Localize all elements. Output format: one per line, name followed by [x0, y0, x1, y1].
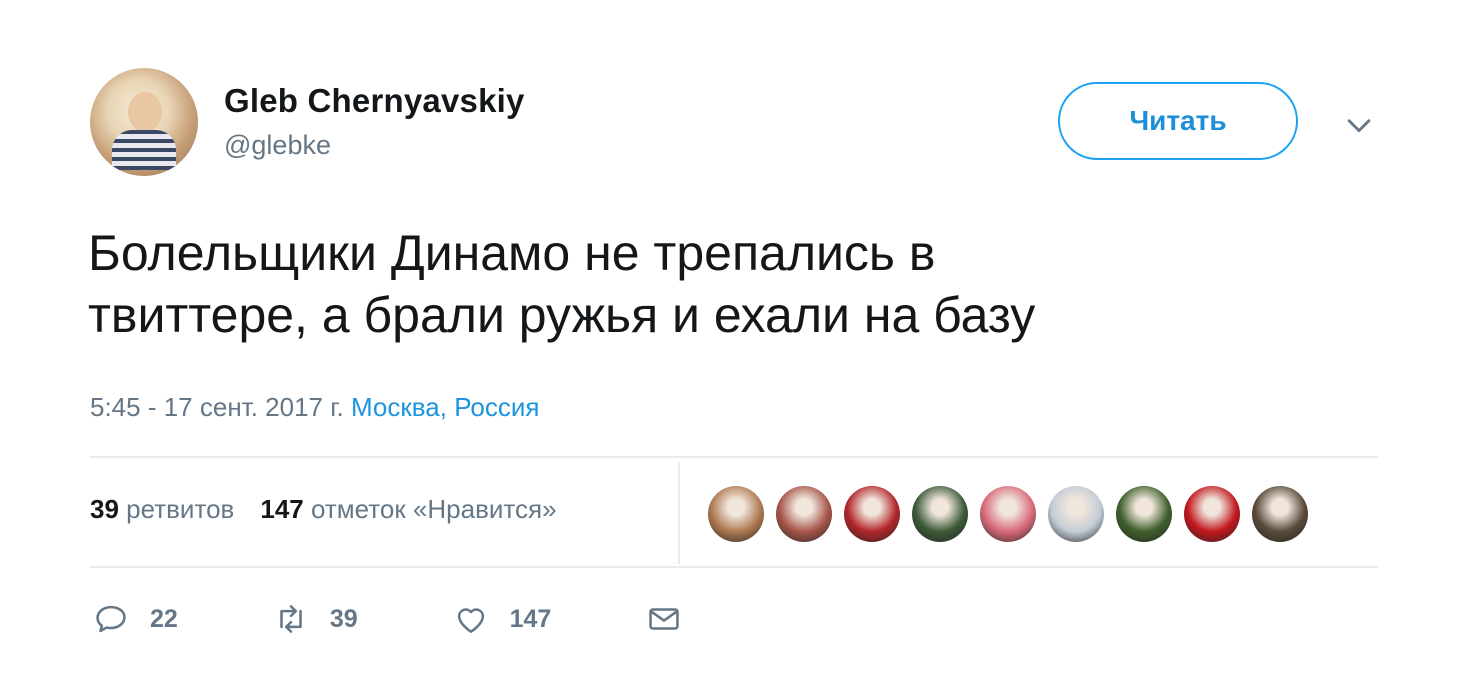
- tweet-location[interactable]: Москва, Россия: [351, 392, 539, 422]
- author-name[interactable]: Gleb Chernyavskiy: [224, 82, 525, 120]
- direct-message-action[interactable]: [645, 600, 683, 638]
- retweet-action[interactable]: 39: [272, 600, 358, 638]
- chevron-down-icon[interactable]: [1342, 108, 1376, 142]
- retweet-icon: [280, 605, 302, 633]
- tweet-stats: 39 ретвитов 147 отметок «Нравится»: [90, 494, 557, 525]
- tweet-text-line: Болельщики Динамо не трепались в: [88, 225, 936, 281]
- liker-avatar[interactable]: [844, 486, 900, 542]
- tweet-meta: 5:45 - 17 сент. 2017 г. Москва, Россия: [90, 392, 539, 423]
- reply-action[interactable]: 22: [92, 600, 178, 638]
- stats-divider: [678, 462, 680, 564]
- likes-count: 147: [260, 494, 304, 524]
- likes-label: отметок «Нравится»: [310, 494, 557, 524]
- liker-avatar[interactable]: [776, 486, 832, 542]
- retweets-stat[interactable]: 39 ретвитов: [90, 494, 234, 525]
- tweet-actions: 22 39 147: [92, 600, 777, 638]
- liker-avatar[interactable]: [980, 486, 1036, 542]
- liker-avatar[interactable]: [912, 486, 968, 542]
- likers-avatars: [708, 486, 1308, 542]
- divider-bottom: [90, 566, 1378, 568]
- like-action[interactable]: 147: [452, 600, 552, 638]
- retweets-count: 39: [90, 494, 119, 524]
- like-count: 147: [509, 604, 552, 633]
- reply-count: 22: [150, 604, 178, 633]
- liker-avatar[interactable]: [1184, 486, 1240, 542]
- author-handle[interactable]: @glebke: [224, 130, 331, 161]
- follow-button[interactable]: Читать: [1058, 82, 1298, 160]
- heart-icon: [457, 608, 484, 633]
- avatar-face: [128, 92, 162, 132]
- retweets-label: ретвитов: [126, 494, 235, 524]
- tweet-timestamp[interactable]: 5:45 - 17 сент. 2017 г.: [90, 392, 344, 422]
- tweet-text: Болельщики Динамо не трепались в твиттер…: [88, 222, 1388, 346]
- liker-avatar[interactable]: [708, 486, 764, 542]
- liker-avatar[interactable]: [1048, 486, 1104, 542]
- author-avatar[interactable]: [90, 68, 198, 176]
- reply-icon: [96, 605, 126, 633]
- liker-avatar[interactable]: [1252, 486, 1308, 542]
- avatar-shirt: [112, 130, 176, 170]
- tweet-text-line: твиттере, а брали ружья и ехали на базу: [88, 287, 1036, 343]
- envelope-icon: [649, 608, 680, 630]
- liker-avatar[interactable]: [1116, 486, 1172, 542]
- divider-top: [90, 456, 1378, 458]
- retweet-count: 39: [329, 604, 358, 633]
- likes-stat[interactable]: 147 отметок «Нравится»: [260, 494, 556, 525]
